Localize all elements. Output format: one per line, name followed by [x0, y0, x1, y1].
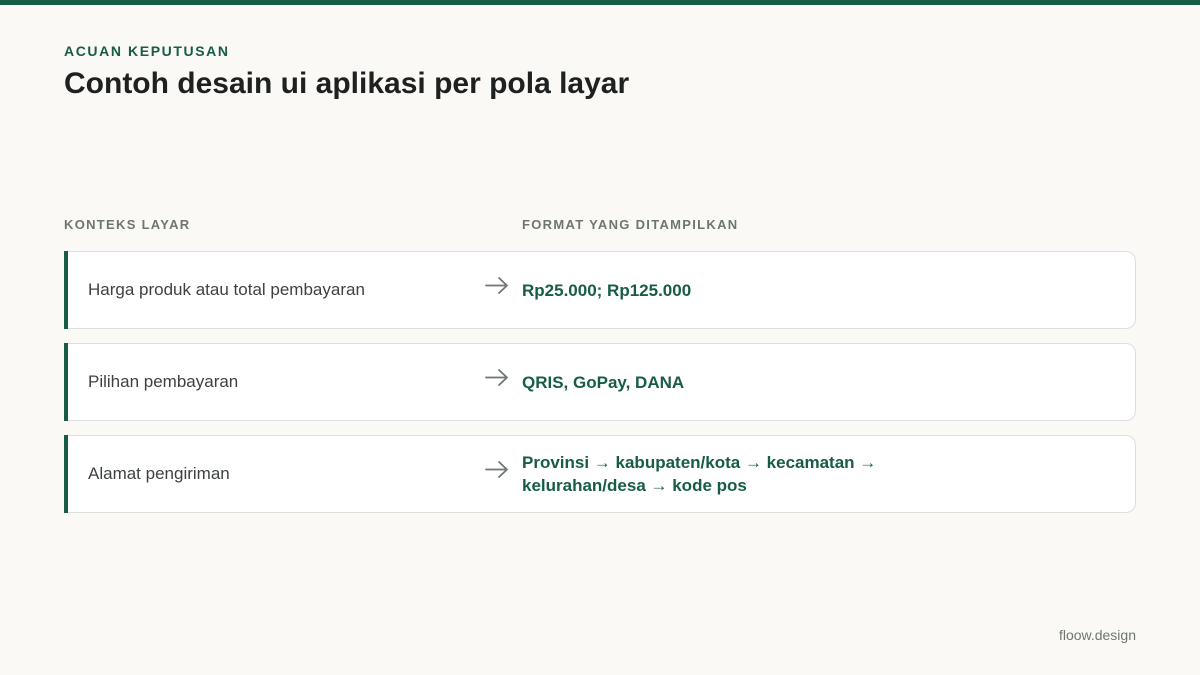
row-context-label: Alamat pengiriman [88, 464, 230, 483]
section-eyebrow: ACUAN KEPUTUSAN [64, 43, 230, 59]
column-header-format: FORMAT YANG DITAMPILKAN [522, 217, 739, 232]
arrow-right-icon [485, 277, 508, 294]
arrow-right-icon [485, 369, 508, 386]
row-format-value: Provinsi → kabupaten/kota → kecamatan → … [522, 453, 877, 495]
top-accent-bar [0, 0, 1200, 5]
row-accent-bar [64, 435, 68, 513]
arrow-right-icon [485, 461, 508, 478]
row-format-value: QRIS, GoPay, DANA [522, 372, 685, 392]
mapping-list: Harga produk atau total pembayaran Rp25.… [64, 251, 1136, 527]
brand-footer: floow.design [1058, 627, 1136, 643]
row-accent-bar [64, 251, 68, 329]
row-format-value: Rp25.000; Rp125.000 [522, 280, 692, 300]
mapping-row: Harga produk atau total pembayaran Rp25.… [64, 251, 1136, 329]
mapping-row: Alamat pengiriman Provinsi → kabupaten/k… [64, 435, 1136, 513]
column-header-context: KONTEKS LAYAR [64, 217, 191, 232]
page-title: Contoh desain ui aplikasi per pola layar [64, 67, 630, 100]
row-context-label: Harga produk atau total pembayaran [88, 280, 365, 299]
row-context-label: Pilihan pembayaran [88, 372, 239, 391]
row-accent-bar [64, 343, 68, 421]
mapping-row: Pilihan pembayaran QRIS, GoPay, DANA [64, 343, 1136, 421]
